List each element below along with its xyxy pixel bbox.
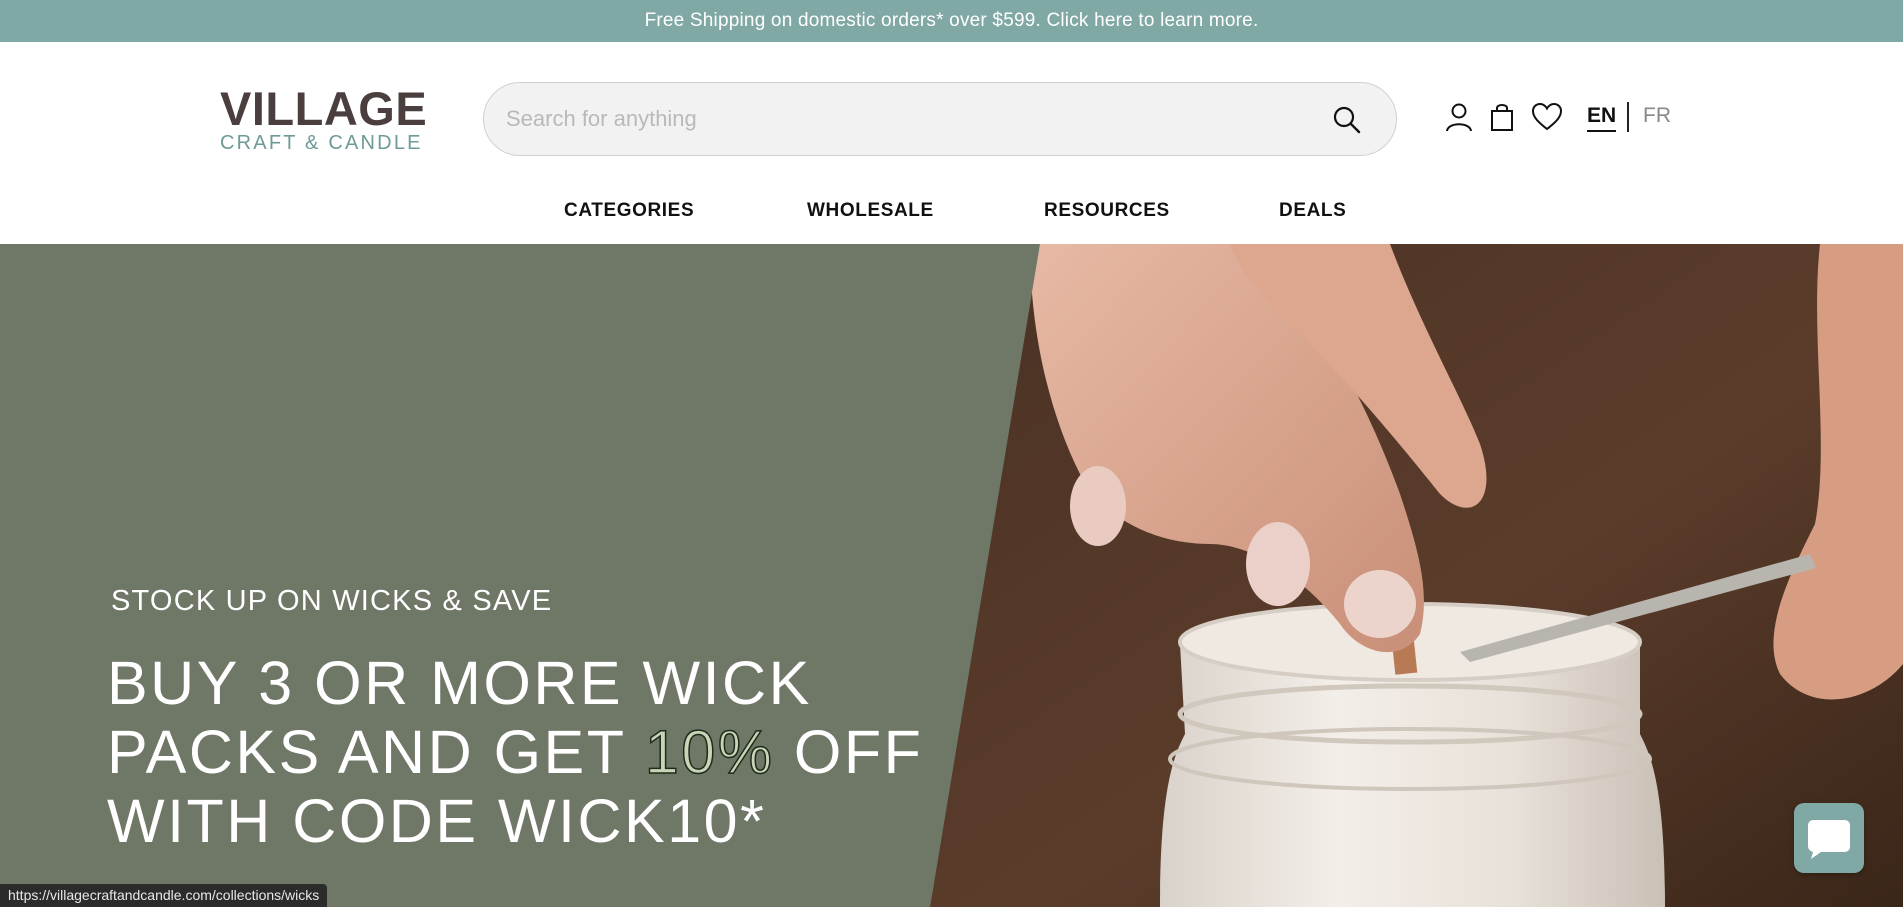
hero-headline: BUY 3 OR MORE WICK PACKS AND GET 10% OFF… [107, 649, 947, 856]
nav-categories[interactable]: CATEGORIES [564, 200, 694, 222]
search-input[interactable] [506, 99, 1286, 139]
hero-banner[interactable]: STOCK UP ON WICKS & SAVE BUY 3 OR MORE W… [0, 244, 1903, 907]
wishlist-heart-icon[interactable] [1530, 100, 1564, 134]
language-fr-link[interactable]: FR [1643, 104, 1671, 128]
logo-sub-text[interactable]: CRAFT & CANDLE [220, 132, 432, 154]
cart-icon[interactable] [1485, 100, 1519, 134]
browser-status-url: https://villagecraftandcandle.com/collec… [0, 884, 328, 907]
chat-bubble-icon [1808, 820, 1850, 859]
hero-headline-line3: WITH CODE WICK10* [107, 787, 767, 855]
main-nav: CATEGORIES WHOLESALE RESOURCES DEALS [0, 200, 1903, 230]
announcement-text[interactable]: Free Shipping on domestic orders* over $… [645, 10, 1259, 32]
language-divider [1627, 102, 1629, 132]
nav-wholesale[interactable]: WHOLESALE [807, 200, 934, 222]
hero-headline-line2-end: OFF [774, 718, 924, 786]
language-en-link[interactable]: EN [1587, 104, 1617, 132]
hero-discount-highlight: 10% [644, 717, 775, 787]
announcement-bar[interactable]: Free Shipping on domestic orders* over $… [0, 0, 1903, 42]
logo[interactable]: VILLAGE CRAFT & CANDLE [220, 85, 432, 156]
hero-kicker: STOCK UP ON WICKS & SAVE [111, 585, 553, 617]
site-header: VILLAGE CRAFT & CANDLE EN FR CATEGORIES [0, 42, 1903, 244]
search-icon[interactable] [1330, 103, 1364, 137]
search-bar [483, 82, 1397, 156]
nav-deals[interactable]: DEALS [1279, 200, 1346, 222]
logo-main-text[interactable]: VILLAGE [220, 85, 432, 132]
chat-button[interactable] [1794, 803, 1864, 873]
hero-headline-line1: BUY 3 OR MORE WICK [107, 649, 812, 717]
nav-resources[interactable]: RESOURCES [1044, 200, 1170, 222]
hero-headline-line2: PACKS AND GET [107, 718, 645, 786]
account-icon[interactable] [1442, 100, 1476, 134]
